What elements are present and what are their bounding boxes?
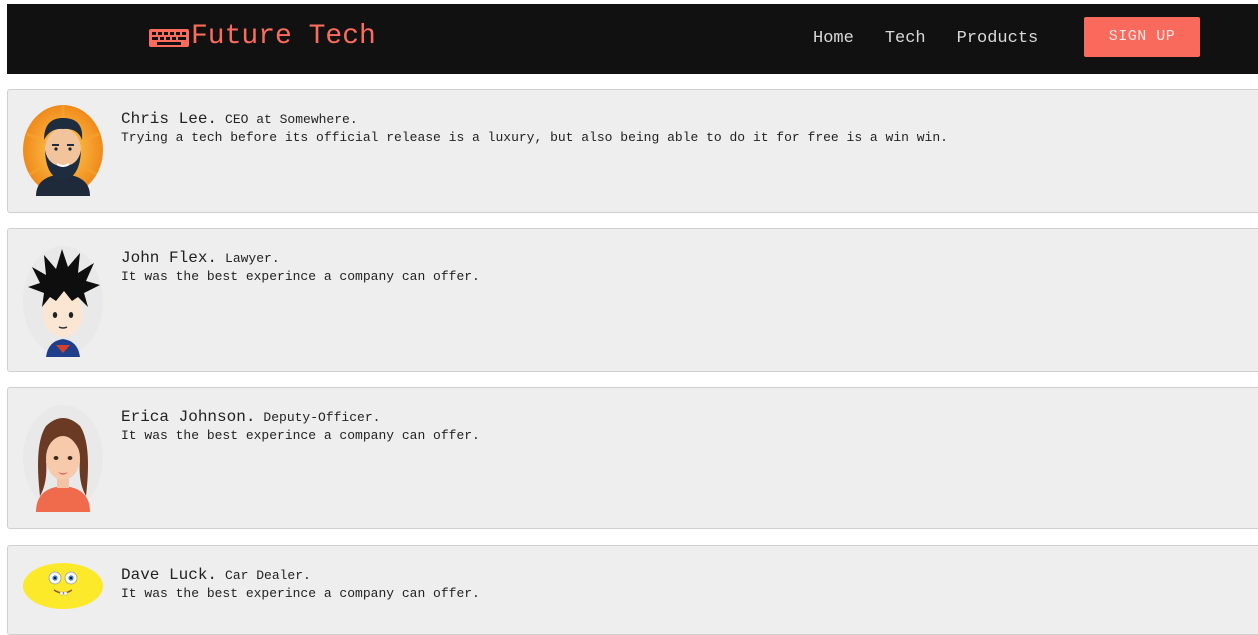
bearded-man-avatar	[22, 104, 104, 196]
navbar: Future Tech Home Tech Products SIGN UP	[7, 4, 1258, 74]
testimonial-name: Erica Johnson.	[121, 408, 256, 426]
nav-home[interactable]: Home	[813, 28, 854, 50]
nav-tech[interactable]: Tech	[885, 28, 926, 50]
testimonial-role: Lawyer.	[225, 251, 280, 266]
testimonial-role: Deputy-Officer.	[263, 410, 381, 425]
testimonial-name: Chris Lee.	[121, 110, 218, 128]
testimonial-text: Chris Lee. CEO at Somewhere. Trying a tec…	[121, 110, 948, 145]
testimonial-card: Dave Luck. Car Dealer. It was the best ex…	[7, 545, 1258, 635]
sponge-face-avatar	[22, 562, 104, 610]
testimonial-card: Chris Lee. CEO at Somewhere. Trying a tec…	[7, 89, 1258, 213]
brand-name: Future Tech	[191, 21, 376, 52]
spiky-hair-boy-avatar	[22, 245, 104, 357]
testimonial-quote: It was the best experince a company can …	[121, 428, 480, 443]
testimonial-text: Erica Johnson. Deputy-Officer. It was the…	[121, 408, 480, 443]
testimonial-text: John Flex. Lawyer. It was the best experi…	[121, 249, 480, 284]
signup-button[interactable]: SIGN UP	[1084, 17, 1200, 57]
testimonial-quote: It was the best experince a company can …	[121, 586, 480, 601]
testimonial-card: Erica Johnson. Deputy-Officer. It was the…	[7, 387, 1258, 529]
nav-products[interactable]: Products	[957, 28, 1039, 50]
testimonial-card: John Flex. Lawyer. It was the best experi…	[7, 228, 1258, 372]
nav-links: Home Tech Products	[813, 28, 1069, 50]
keyboard-icon	[149, 26, 189, 48]
testimonial-name: John Flex.	[121, 249, 218, 267]
testimonial-quote: Trying a tech before its official releas…	[121, 130, 948, 145]
brand-logo[interactable]: Future Tech	[149, 20, 376, 54]
brunette-woman-avatar	[22, 404, 104, 512]
testimonial-role: CEO at Somewhere.	[225, 112, 358, 127]
testimonial-role: Car Dealer.	[225, 568, 311, 583]
testimonial-text: Dave Luck. Car Dealer. It was the best ex…	[121, 566, 480, 601]
testimonial-name: Dave Luck.	[121, 566, 218, 584]
testimonial-quote: It was the best experince a company can …	[121, 269, 480, 284]
